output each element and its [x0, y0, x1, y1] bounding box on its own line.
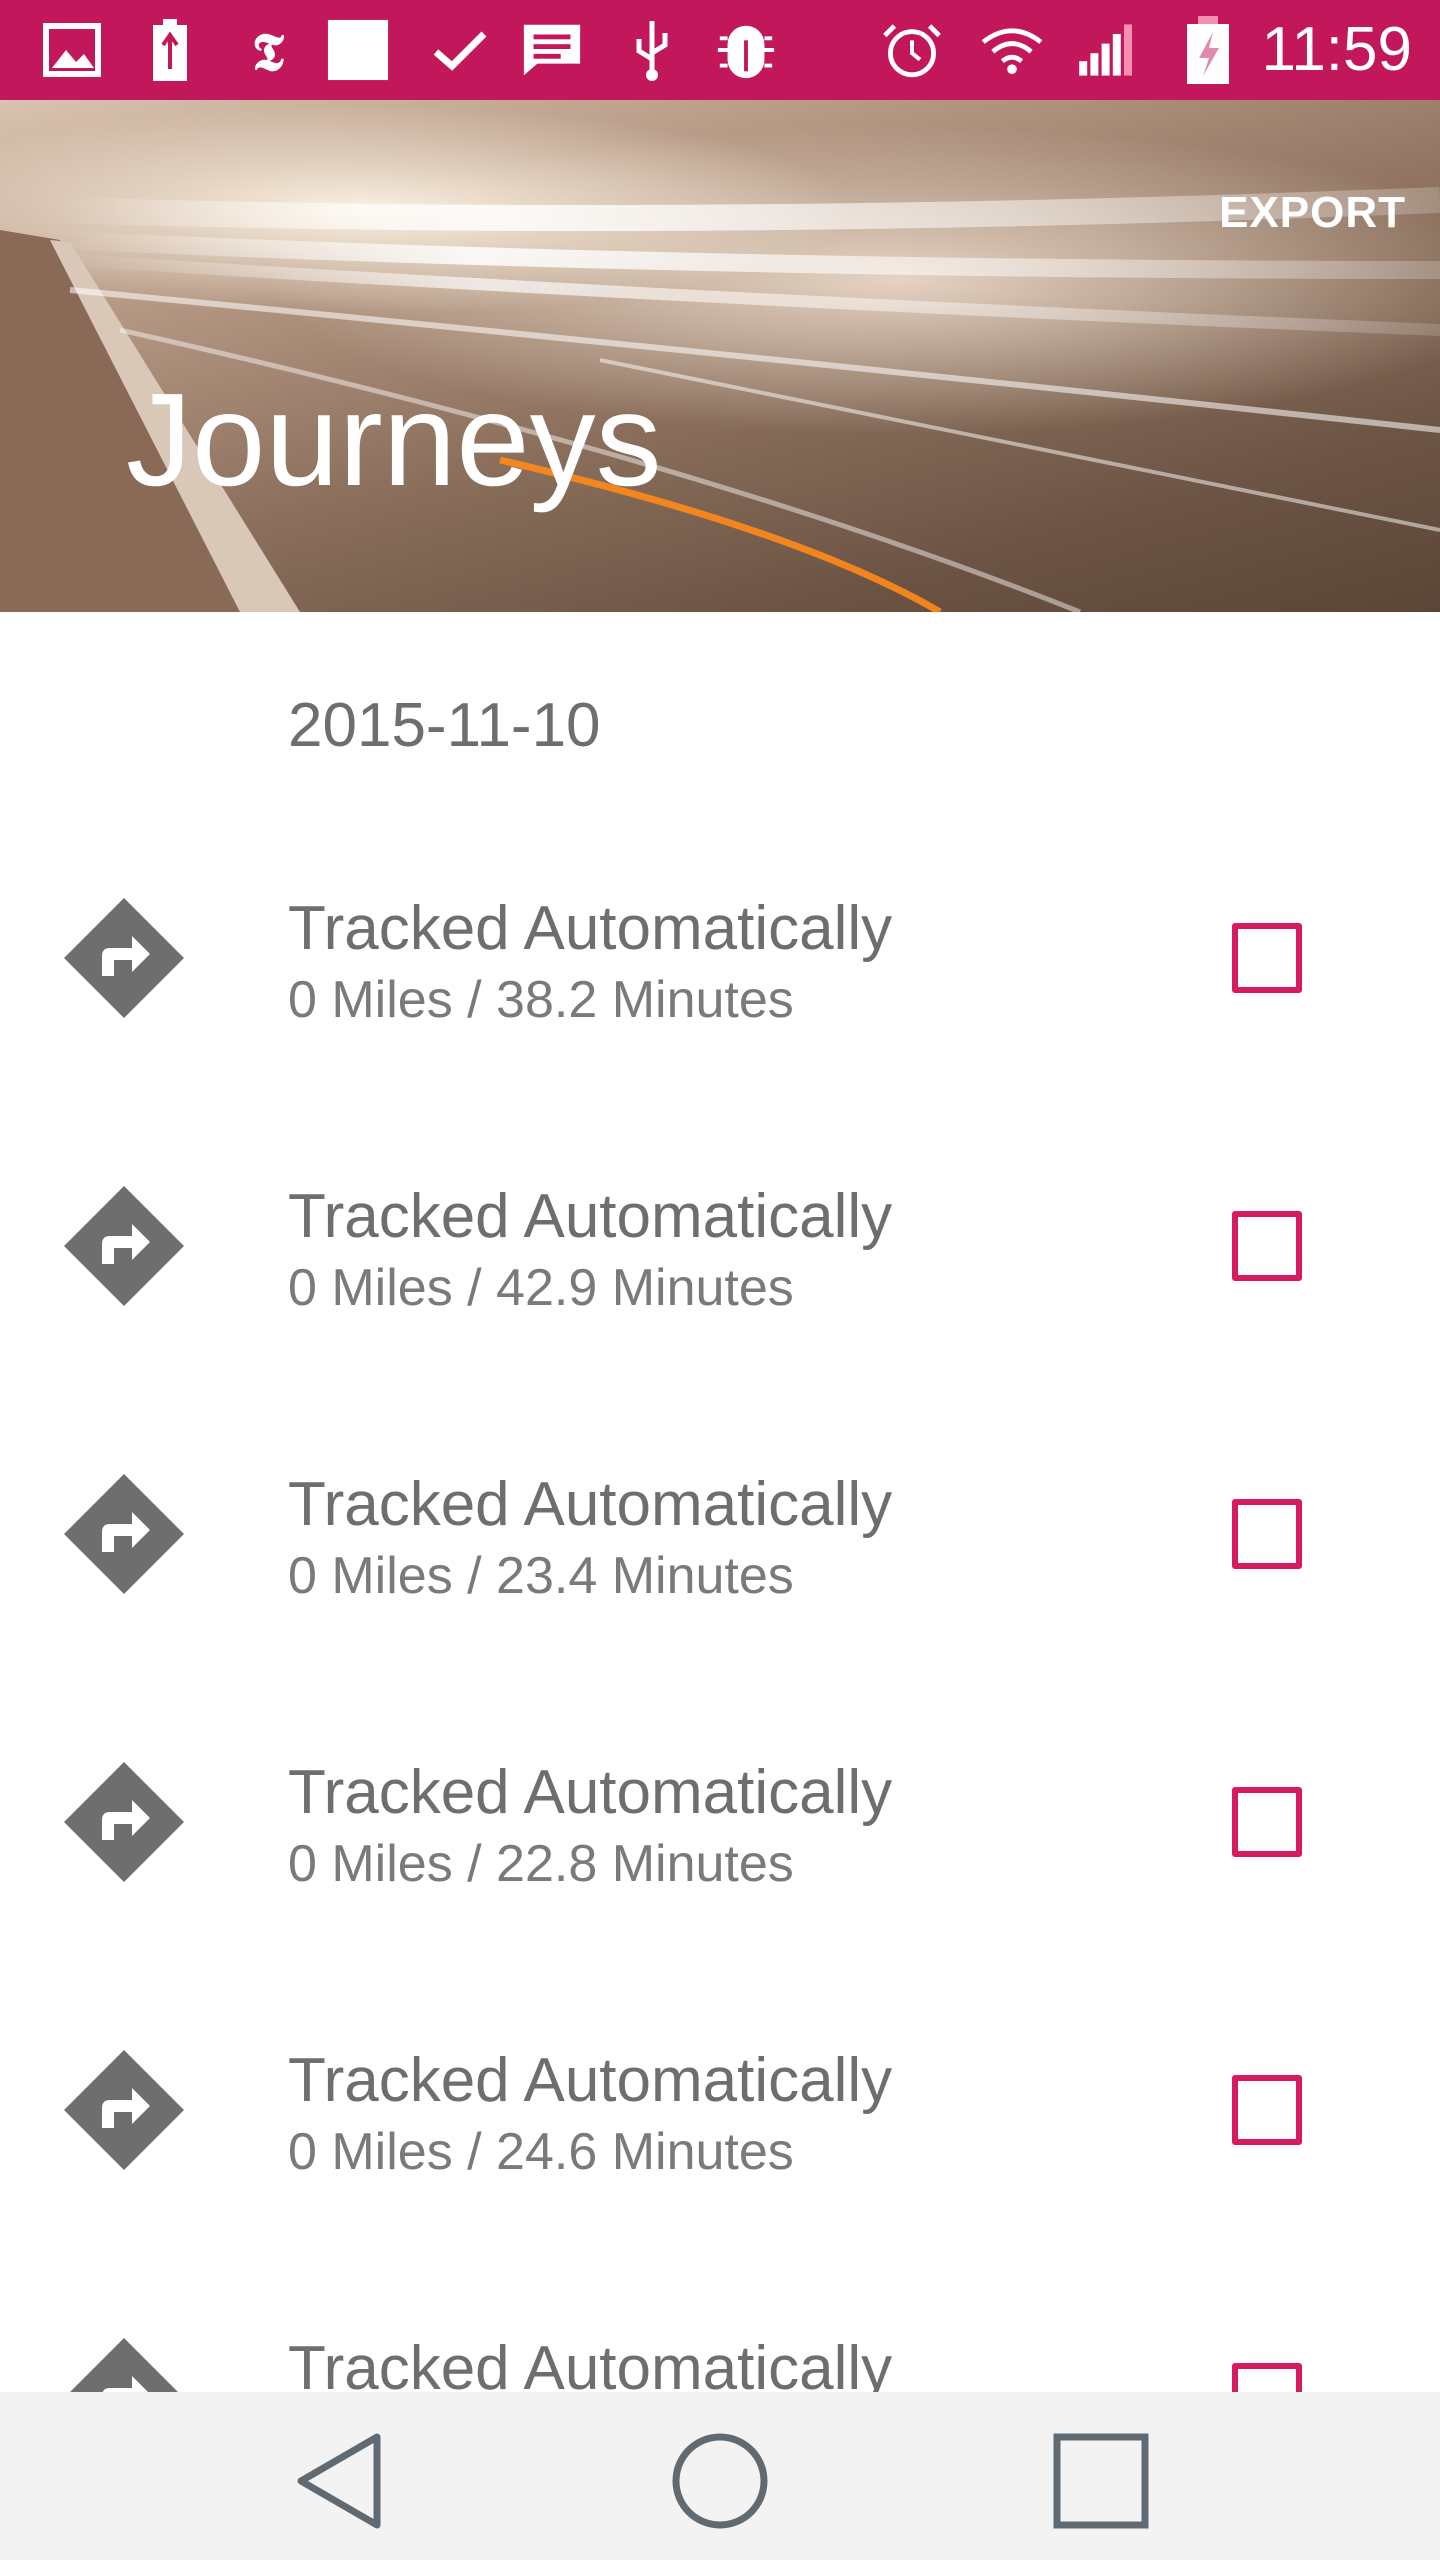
- square-icon: [326, 18, 390, 82]
- navigation-bar: [0, 2392, 1440, 2560]
- check-icon: [428, 18, 492, 82]
- export-button[interactable]: EXPORT: [1219, 188, 1406, 238]
- journey-row[interactable]: Tracked Automatically 0 Miles / 23.4 Min…: [0, 1389, 1440, 1677]
- usb-battery-icon: [138, 18, 202, 82]
- journey-title: Tracked Automatically: [288, 1470, 893, 1539]
- journey-checkbox[interactable]: [1232, 1787, 1302, 1857]
- message-icon: [520, 18, 584, 82]
- journey-subtitle: 0 Miles / 38.2 Minutes: [288, 971, 794, 1029]
- usb-icon: [620, 18, 684, 82]
- wifi-icon: [980, 18, 1044, 82]
- date-section-header: 2015-11-10: [288, 691, 601, 760]
- journey-checkbox[interactable]: [1232, 1499, 1302, 1569]
- home-icon[interactable]: [665, 2426, 775, 2536]
- directions-icon: [64, 2050, 184, 2170]
- header-banner: EXPORT Journeys: [0, 100, 1440, 612]
- signal-icon: [1076, 18, 1140, 82]
- journey-subtitle: 0 Miles / 23.4 Minutes: [288, 1547, 794, 1605]
- back-icon[interactable]: [286, 2426, 396, 2536]
- nyt-icon: 𝕿: [236, 18, 300, 82]
- journey-title: Tracked Automatically: [288, 1182, 893, 1251]
- journey-row[interactable]: Tracked Automatically 0 Miles / 42.9 Min…: [0, 1101, 1440, 1389]
- bug-icon: [714, 18, 778, 82]
- recents-icon[interactable]: [1046, 2426, 1156, 2536]
- journey-title: Tracked Automatically: [288, 1758, 893, 1827]
- directions-icon: [64, 1762, 184, 1882]
- status-bar: 𝕿 11:59: [0, 0, 1440, 100]
- journey-row[interactable]: Tracked Automatically 0 Miles / 24.6 Min…: [0, 1965, 1440, 2253]
- image-icon: [40, 18, 104, 82]
- alarm-icon: [880, 18, 944, 82]
- journey-row[interactable]: Tracked Automatically 0 Miles / 38.2 Min…: [0, 813, 1440, 1101]
- status-time: 11:59: [1261, 15, 1412, 84]
- journey-checkbox[interactable]: [1232, 2075, 1302, 2145]
- svg-text:𝕿: 𝕿: [252, 22, 285, 80]
- journey-checkbox[interactable]: [1232, 923, 1302, 993]
- directions-icon: [64, 1186, 184, 1306]
- journey-subtitle: 0 Miles / 24.6 Minutes: [288, 2123, 794, 2181]
- directions-icon: [64, 1474, 184, 1594]
- journey-title: Tracked Automatically: [288, 894, 893, 963]
- journey-subtitle: 0 Miles / 42.9 Minutes: [288, 1259, 794, 1317]
- battery-charging-icon: [1176, 16, 1240, 84]
- journey-subtitle: 0 Miles / 22.8 Minutes: [288, 1835, 794, 1893]
- road-background-image: [0, 187, 1440, 612]
- journey-checkbox[interactable]: [1232, 1211, 1302, 1281]
- directions-icon: [64, 898, 184, 1018]
- journey-row[interactable]: Tracked Automatically 0 Miles / 22.8 Min…: [0, 1677, 1440, 1965]
- page-title: Journeys: [126, 366, 662, 513]
- journey-title: Tracked Automatically: [288, 2046, 893, 2115]
